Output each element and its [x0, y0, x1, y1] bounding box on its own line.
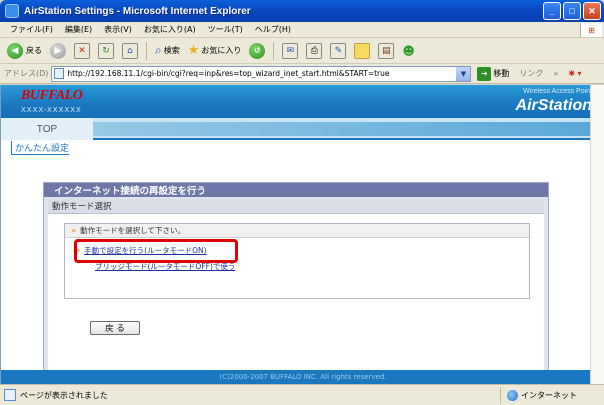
menu-edit[interactable]: 編集(E) [59, 24, 98, 35]
title-bar: AirStation Settings - Microsoft Internet… [0, 0, 604, 22]
search-button[interactable]: ⌕ 検索 [152, 40, 183, 62]
refresh-button[interactable]: ↻ [95, 40, 117, 62]
forward-button[interactable]: ▶ [47, 40, 69, 62]
wizard-panel: インターネット接続の再設定を行う 動作モード選択 » 動作モードを選択して下さい… [43, 182, 549, 384]
menu-view[interactable]: 表示(V) [98, 24, 138, 35]
go-button[interactable]: ➜ 移動 [477, 66, 510, 81]
go-label: 移動 [493, 69, 510, 78]
menu-bar: ファイル(F) 編集(E) 表示(V) お気に入り(A) ツール(T) ヘルプ(… [0, 22, 604, 38]
page-icon [54, 68, 65, 79]
back-button[interactable]: ◀ 戻る [4, 40, 45, 62]
menu-help[interactable]: ヘルプ(H) [249, 24, 297, 35]
page-done-icon [4, 389, 16, 401]
copyright-footer: (C)2000-2007 BUFFALO INC. All rights res… [1, 370, 604, 384]
history-icon: ↺ [249, 42, 266, 59]
brand-logo: BUFFALO [21, 88, 83, 103]
maximize-button[interactable]: □ [563, 2, 581, 20]
menu-tools[interactable]: ツール(T) [202, 24, 249, 35]
star-icon: ★ [187, 43, 200, 58]
folder-icon [354, 42, 371, 59]
research-icon: ▤ [378, 42, 395, 59]
windows-logo-icon: ⊞ [580, 23, 602, 37]
section-header: 動作モード選択 [48, 199, 544, 214]
product-logo: AirStation [515, 97, 592, 114]
window-controls: _ □ ✕ [543, 2, 601, 20]
links-chevron-icon[interactable]: » [553, 69, 558, 78]
toolbar-separator [146, 41, 147, 60]
zone-label: インターネット [521, 390, 577, 400]
subnav-easy-setup[interactable]: かんたん設定 [11, 141, 70, 155]
page-content: BUFFALO XXXX-XXXXXX Wireless Access Poin… [0, 85, 604, 384]
home-button[interactable]: ⌂ [119, 40, 141, 62]
stop-icon: ✕ [74, 42, 90, 59]
links-button[interactable]: リンク [519, 68, 543, 79]
tab-top[interactable]: TOP [1, 118, 93, 140]
mail-icon: ✉ [282, 42, 299, 59]
edit-button[interactable]: ✎ [327, 40, 349, 62]
window-title: AirStation Settings - Microsoft Internet… [24, 5, 251, 17]
instruction-row: » 動作モードを選択して下さい。 [65, 224, 529, 238]
wap-label: Wireless Access Point [523, 88, 592, 95]
favorites-button[interactable]: ★ お気に入り [185, 40, 245, 62]
address-input[interactable]: http://192.168.11.1/cgi-bin/cgi?req=inp&… [51, 65, 472, 82]
home-icon: ⌂ [122, 42, 138, 59]
minimize-button[interactable]: _ [543, 2, 561, 20]
security-zone: インターネット [500, 387, 600, 403]
ie-icon [5, 4, 19, 18]
option-box: » 動作モードを選択して下さい。 » 手動で設定を行う(ルータモードON) ブリ… [64, 223, 530, 299]
header-banner: BUFFALO XXXX-XXXXXX Wireless Access Poin… [1, 85, 604, 118]
edit-icon: ✎ [330, 42, 347, 59]
highlight-annotation [74, 239, 238, 263]
sub-nav: かんたん設定 [1, 140, 604, 155]
address-bar: アドレス(D) http://192.168.11.1/cgi-bin/cgi?… [0, 64, 604, 84]
tab-row: TOP [1, 118, 604, 140]
search-icon: ⌕ [155, 43, 162, 57]
instruction-text: 動作モードを選択して下さい。 [80, 226, 185, 235]
globe-icon [507, 389, 518, 401]
menu-favorites[interactable]: お気に入り(A) [138, 24, 202, 35]
folder-button[interactable] [351, 40, 373, 62]
toolbar-separator [273, 41, 275, 60]
address-dropdown-icon[interactable]: ▼ [456, 66, 471, 81]
print-icon: ⎙ [306, 42, 323, 59]
refresh-icon: ↻ [98, 42, 114, 59]
favorites-label: お気に入り [201, 46, 242, 55]
vertical-scrollbar[interactable] [590, 85, 604, 384]
research-button[interactable]: ▤ [375, 40, 397, 62]
search-label: 検索 [163, 46, 180, 55]
chevron-right-icon: » [71, 226, 77, 235]
forward-arrow-icon: ▶ [50, 42, 66, 59]
back-page-button[interactable]: 戻 る [90, 321, 140, 335]
address-label: アドレス(D) [4, 69, 49, 78]
toolbar: ◀ 戻る ▶ ✕ ↻ ⌂ ⌕ 検索 ★ お気に入り ↺ ✉ ⎙ ✎ ▤ ☻ [0, 38, 604, 64]
model-name: XXXX-XXXXXX [21, 106, 82, 114]
messenger-icon: ☻ [402, 43, 415, 58]
print-button[interactable]: ⎙ [303, 40, 325, 62]
back-label: 戻る [26, 46, 42, 55]
back-arrow-icon: ◀ [7, 42, 23, 59]
norton-icon[interactable]: ✱ ▾ [568, 69, 581, 78]
messenger-button[interactable]: ☻ [399, 40, 418, 62]
panel-title: インターネット接続の再設定を行う [44, 183, 548, 197]
close-button[interactable]: ✕ [583, 2, 601, 20]
history-button[interactable]: ↺ [246, 40, 268, 62]
tab-strip [93, 122, 604, 136]
address-url: http://192.168.11.1/cgi-bin/cgi?req=inp&… [67, 69, 390, 78]
go-arrow-icon: ➜ [477, 66, 492, 81]
mail-button[interactable]: ✉ [279, 40, 301, 62]
menu-file[interactable]: ファイル(F) [4, 24, 59, 35]
status-bar: ページが表示されました インターネット [0, 384, 604, 405]
panel-body: 動作モード選択 » 動作モードを選択して下さい。 » 手動で設定を行う(ルータモ… [48, 199, 544, 384]
status-text: ページが表示されました [20, 390, 108, 400]
stop-button[interactable]: ✕ [71, 40, 93, 62]
